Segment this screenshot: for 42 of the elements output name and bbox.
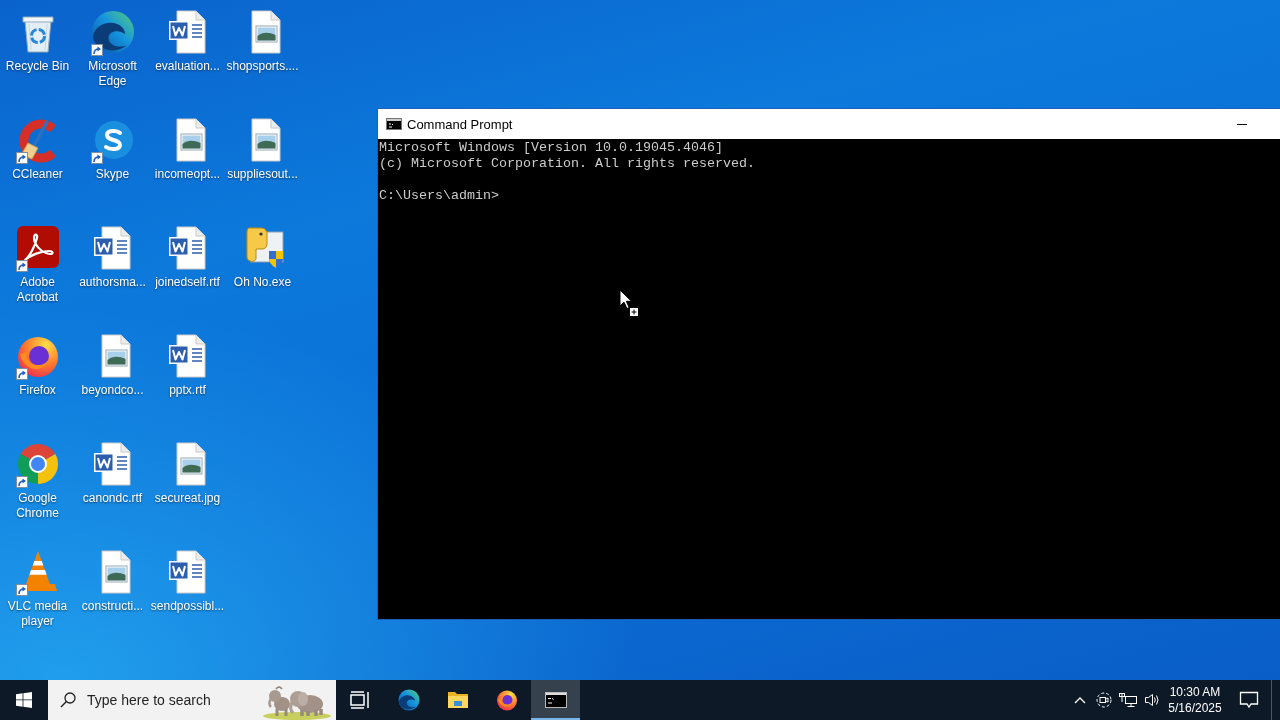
- desktop-item[interactable]: Firefox: [0, 326, 75, 398]
- edge-logo-icon: [396, 688, 421, 712]
- volume-icon[interactable]: [1144, 692, 1160, 708]
- desktop-item[interactable]: secureat.jpg: [150, 434, 225, 506]
- search-field[interactable]: Type here to search: [48, 680, 336, 720]
- taskbar-app-button[interactable]: [531, 680, 580, 720]
- desktop-item[interactable]: beyondco...: [75, 326, 150, 398]
- desktop-item[interactable]: VLC media player: [0, 542, 75, 629]
- search-icon: [60, 692, 76, 708]
- desktop-item[interactable]: Adobe Acrobat: [0, 218, 75, 305]
- desktop-item[interactable]: constructi...: [75, 542, 150, 614]
- elephants-icon: [262, 684, 332, 720]
- desktop-item[interactable]: shopsports....: [225, 2, 300, 74]
- desktop-item[interactable]: Skype: [75, 110, 150, 182]
- desktop-item[interactable]: CCleaner: [0, 110, 75, 182]
- desktop-item[interactable]: incomeopt...: [150, 110, 225, 182]
- terminal-icon: [386, 118, 402, 130]
- desktop-item[interactable]: joinedself.rtf: [150, 218, 225, 290]
- desktop-item[interactable]: Oh No.exe: [225, 218, 300, 290]
- minimize-icon: [1237, 123, 1247, 125]
- desktop-item[interactable]: Recycle Bin: [0, 2, 75, 74]
- desktop-item[interactable]: sendpossibl...: [150, 542, 225, 614]
- network-icon[interactable]: [1119, 692, 1137, 708]
- clock-button[interactable]: 10:30 AM 5/16/2025: [1164, 680, 1226, 720]
- desktop-item[interactable]: evaluation...: [150, 2, 225, 74]
- desktop-item[interactable]: Microsoft Edge: [75, 2, 150, 89]
- task-view-icon: [348, 688, 372, 712]
- desktop-item[interactable]: suppliesout...: [225, 110, 300, 182]
- copy-cursor-icon: [619, 289, 640, 318]
- console-line: Microsoft Windows [Version 10.0.19045.4046]: [379, 140, 723, 156]
- window-title: Command Prompt: [407, 116, 513, 132]
- desktop-item[interactable]: authorsma...: [75, 218, 150, 290]
- chevron-up-icon[interactable]: [1073, 696, 1086, 704]
- notification-icon: [1238, 691, 1259, 709]
- console-line: (c) Microsoft Corporation. All rights reserved.: [379, 156, 755, 172]
- windows-logo-icon: [16, 692, 32, 708]
- camera-icon[interactable]: [1096, 692, 1112, 708]
- desktop-item[interactable]: pptx.rtf: [150, 326, 225, 398]
- firefox-logo-icon: [494, 688, 519, 712]
- desktop-item[interactable]: canondc.rtf: [75, 434, 150, 506]
- console-prompt: C:\Users\admin>: [379, 188, 499, 204]
- desktop-item[interactable]: Google Chrome: [0, 434, 75, 521]
